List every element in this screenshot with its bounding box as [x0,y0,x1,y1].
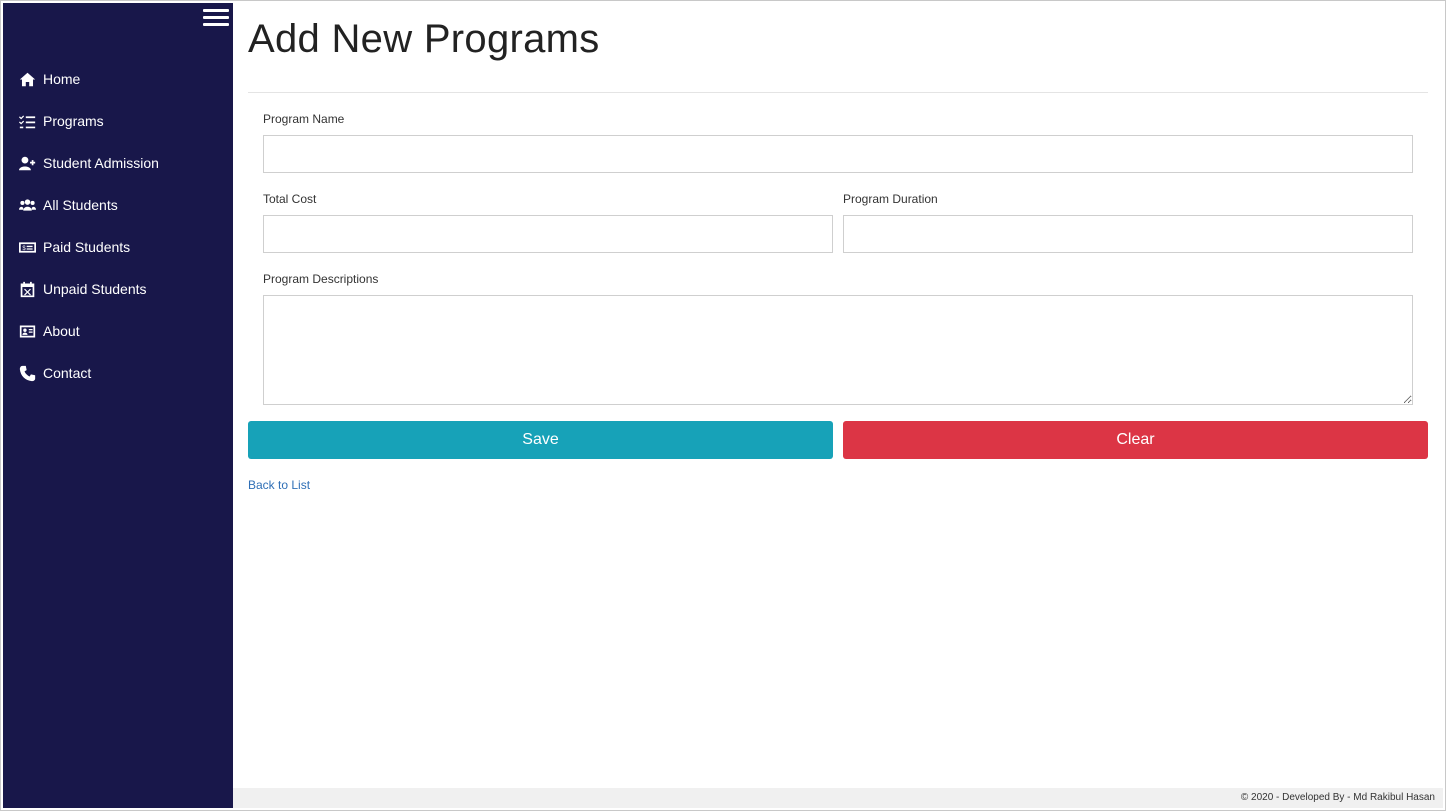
sidebar-item-label: About [43,323,80,339]
sidebar-item-about[interactable]: About [3,310,233,352]
footer: © 2020 - Developed By - Md Rakibul Hasan [233,788,1443,808]
clear-button[interactable]: Clear [843,421,1428,459]
sidebar-item-label: Home [43,71,81,87]
program-name-label: Program Name [263,112,345,126]
hamburger-menu-icon[interactable] [203,9,229,27]
total-cost-input[interactable] [263,215,833,253]
sidebar-item-home[interactable]: Home [3,58,233,100]
money-bill-icon: $ [17,237,37,257]
sidebar-item-label: Paid Students [43,239,131,255]
program-descriptions-label: Program Descriptions [263,272,379,286]
sidebar-item-unpaid-students[interactable]: Unpaid Students [3,268,233,310]
sidebar-item-paid-students[interactable]: $ Paid Students [3,226,233,268]
program-duration-label: Program Duration [843,192,938,206]
total-cost-label: Total Cost [263,192,317,206]
sidebar-item-programs[interactable]: Programs [3,100,233,142]
sidebar-item-contact[interactable]: Contact [3,352,233,394]
back-to-list-link[interactable]: Back to List [248,478,310,492]
sidebar: Home Programs Student Admission All Stud… [3,3,233,808]
sidebar-nav: Home Programs Student Admission All Stud… [3,58,233,394]
sidebar-item-label: Student Admission [43,155,159,171]
id-card-icon [17,321,37,341]
users-icon [17,195,37,215]
sidebar-item-label: Programs [43,113,104,129]
sidebar-item-label: Contact [43,365,92,381]
user-plus-icon [17,153,37,173]
sidebar-item-label: All Students [43,197,118,213]
calendar-x-icon [17,279,37,299]
program-descriptions-textarea[interactable] [263,295,1413,405]
program-duration-input[interactable] [843,215,1413,253]
sidebar-item-label: Unpaid Students [43,281,147,297]
program-name-input[interactable] [263,135,1413,173]
main-content: Add New Programs Program Name Total Cost… [233,3,1443,788]
footer-copyright: © 2020 - Developed By - Md Rakibul Hasan [1240,792,1435,803]
list-check-icon [17,111,37,131]
save-button[interactable]: Save [248,421,833,459]
sidebar-item-student-admission[interactable]: Student Admission [3,142,233,184]
divider [248,92,1428,93]
page-title: Add New Programs [248,17,600,61]
sidebar-item-all-students[interactable]: All Students [3,184,233,226]
phone-icon [17,363,37,383]
home-icon [17,69,37,89]
